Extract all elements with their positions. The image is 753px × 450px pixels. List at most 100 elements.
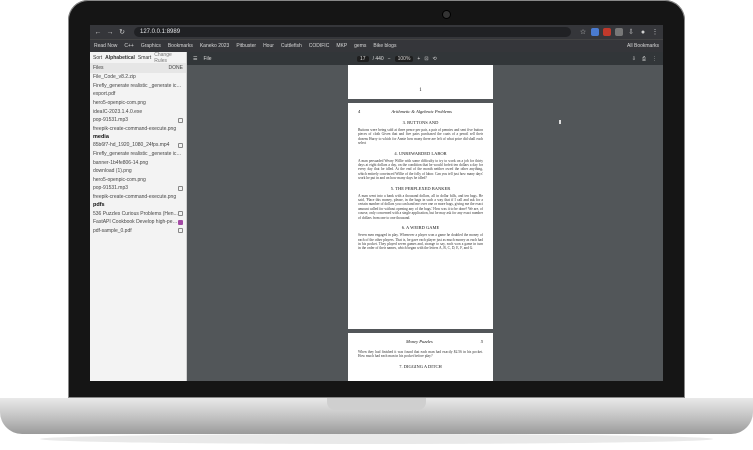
pdf-page: 1 bbox=[348, 65, 493, 99]
folder-media[interactable]: media bbox=[90, 133, 186, 141]
file-list-item[interactable]: pdf-sample_0.pdf bbox=[90, 227, 186, 236]
profile-icon[interactable]: ● bbox=[639, 29, 647, 36]
file-name: 85b6f7-hd_1920_1080_24fps.mp4 bbox=[93, 142, 170, 149]
section-title: 5. THE PERPLEXED BANKER bbox=[390, 185, 451, 191]
rotate-icon[interactable]: ⟲ bbox=[433, 56, 437, 62]
bookmarks-bar: Read Now C++ Graphics Bookmarks Kaneko 2… bbox=[90, 39, 663, 52]
paragraph: A man went into a bank with a thousand d… bbox=[358, 193, 483, 220]
page-number: 4 bbox=[358, 109, 361, 114]
bookmark-item[interactable]: Read Now bbox=[94, 43, 117, 49]
file-list-item[interactable]: freepik-create-command-execute.png bbox=[90, 125, 186, 134]
fit-page-icon[interactable]: ⊡ bbox=[424, 56, 428, 62]
pdf-filename: File bbox=[203, 55, 212, 62]
file-list-item[interactable]: freepik-create-command-execute.png bbox=[90, 193, 186, 202]
page-header: 4 Arithmetic & Algebraic Problems bbox=[358, 109, 483, 114]
sidebar-toggle-icon[interactable]: ☰ bbox=[193, 56, 197, 62]
file-name: freepik-create-command-execute.png bbox=[93, 125, 177, 132]
page-header: Money Puzzles 5 bbox=[358, 339, 483, 344]
sort-mode-smart[interactable]: Smart bbox=[138, 55, 151, 61]
done-checkbox[interactable] bbox=[178, 185, 183, 191]
menu-icon[interactable]: ⋮ bbox=[651, 28, 659, 36]
section-title: 6. A WEIRD GAME bbox=[401, 225, 440, 231]
laptop-screen: ← → ↻ 127.0.0.1:8989 ☆ ⇩ ● ⋮ Read Now C+… bbox=[90, 25, 663, 381]
download-icon[interactable]: ⇩ bbox=[627, 28, 635, 36]
pdf-page: Money Puzzles 5 When they had finished i… bbox=[348, 333, 493, 381]
laptop-notch bbox=[327, 398, 426, 410]
file-list-item[interactable]: hero5-openpic-com.png bbox=[90, 99, 186, 108]
files-column-header: Files bbox=[93, 65, 104, 71]
file-name: export.pdf bbox=[93, 91, 116, 98]
file-list-item[interactable]: download (1).png bbox=[90, 167, 186, 176]
file-list-item[interactable]: Firefly_generate realistic _generate ico… bbox=[90, 150, 186, 159]
scrollbar-thumb[interactable] bbox=[559, 120, 561, 124]
laptop-shadow bbox=[40, 434, 713, 444]
file-list-item[interactable]: pop-91531.mp3 bbox=[90, 184, 186, 193]
bookmark-item[interactable]: CODIFIC bbox=[309, 43, 330, 49]
done-checkbox[interactable] bbox=[178, 219, 183, 225]
more-icon[interactable]: ⋮ bbox=[652, 56, 657, 62]
zoom-in-icon[interactable]: + bbox=[417, 56, 420, 62]
zoom-level[interactable]: 100% bbox=[394, 55, 414, 62]
url-field[interactable]: 127.0.0.1:8989 bbox=[134, 27, 571, 37]
bookmark-item[interactable]: Kaneko 2023 bbox=[200, 43, 229, 49]
file-list-item[interactable]: File_Code_v8.2.zip bbox=[90, 73, 186, 82]
print-icon[interactable]: ⎙ bbox=[642, 56, 646, 62]
sort-mode-alphabetical[interactable]: Alphabetical bbox=[105, 55, 135, 61]
bookmark-item[interactable]: gems bbox=[354, 43, 366, 49]
file-name: Firefly_generate realistic _generate ico… bbox=[93, 82, 183, 89]
bookmark-item[interactable]: Pitbuster bbox=[236, 43, 256, 49]
bookmark-item[interactable]: C++ bbox=[124, 43, 133, 49]
star-icon[interactable]: ☆ bbox=[579, 28, 587, 36]
paragraph: A man persuaded Weary Willie with some d… bbox=[358, 158, 483, 181]
file-list-item[interactable]: pop-91531.mp3 bbox=[90, 116, 186, 125]
sort-label: Sort bbox=[93, 54, 103, 61]
forward-icon[interactable]: → bbox=[106, 29, 114, 36]
running-title: Arithmetic & Algebraic Problems bbox=[391, 109, 452, 114]
done-checkbox[interactable] bbox=[178, 211, 183, 217]
reload-icon[interactable]: ↻ bbox=[118, 28, 126, 36]
file-name: hero5-openpic-com.png bbox=[93, 100, 146, 107]
bookmark-item[interactable]: MKP bbox=[336, 43, 347, 49]
file-name: pop-91531.mp3 bbox=[93, 117, 129, 124]
done-checkbox[interactable] bbox=[178, 117, 183, 123]
bookmark-item[interactable]: Graphics bbox=[141, 43, 161, 49]
file-list-item[interactable]: 85b6f7-hd_1920_1080_24fps.mp4 bbox=[90, 141, 186, 150]
bookmark-item[interactable]: Hour bbox=[263, 43, 274, 49]
zoom-out-icon[interactable]: − bbox=[388, 56, 391, 62]
file-list-item[interactable]: ideaIC-2023.1.4.0.exe bbox=[90, 107, 186, 116]
file-name: pdf-sample_0.pdf bbox=[93, 227, 132, 234]
extension-icon[interactable] bbox=[603, 28, 611, 36]
sort-toolbar: Sort Alphabetical Smart Change Rules bbox=[90, 52, 186, 64]
file-list-item[interactable]: banner-1b4fe806-14.png bbox=[90, 158, 186, 167]
file-list-item[interactable]: hero5-openpic-com.png bbox=[90, 176, 186, 185]
done-checkbox[interactable] bbox=[178, 142, 183, 148]
file-list-header: Files DONE bbox=[90, 63, 186, 73]
back-icon[interactable]: ← bbox=[94, 29, 102, 36]
download-icon[interactable]: ⇩ bbox=[632, 56, 636, 62]
browser-address-bar: ← → ↻ 127.0.0.1:8989 ☆ ⇩ ● ⋮ bbox=[90, 25, 663, 39]
page-number-input[interactable]: 17 bbox=[357, 55, 369, 62]
pdf-viewport[interactable]: 1 4 Arithmetic & Algebraic Problems 3. B… bbox=[187, 65, 663, 381]
extension-icon[interactable] bbox=[615, 28, 623, 36]
section-title: 7. DIGGING A DITCH bbox=[399, 363, 442, 369]
bookmark-item[interactable]: Bookmarks bbox=[168, 43, 193, 49]
file-list-item[interactable]: 536 Puzzles Curious Problems (Hen... bbox=[90, 209, 186, 218]
file-name: pop-91531.mp3 bbox=[93, 185, 129, 192]
extension-icon[interactable] bbox=[591, 28, 599, 36]
laptop-scene: ← → ↻ 127.0.0.1:8989 ☆ ⇩ ● ⋮ Read Now C+… bbox=[0, 0, 753, 450]
done-checkbox[interactable] bbox=[178, 228, 183, 234]
change-rules-button[interactable]: Change Rules bbox=[154, 52, 183, 64]
section-title: 3. BUTTONS AND bbox=[402, 120, 439, 125]
bookmark-item[interactable]: Bike blogs bbox=[373, 43, 396, 49]
file-list-item[interactable]: export.pdf bbox=[90, 90, 186, 99]
folder-pdfs[interactable]: pdfs bbox=[90, 201, 186, 209]
file-name: FastAPI Cookbook Develop high-per... bbox=[93, 219, 178, 226]
root-file-list: File_Code_v8.2.zip Firefly_generate reali… bbox=[90, 73, 186, 133]
page-sections: 3. BUTTONS AND Buttons were being sold at… bbox=[358, 120, 483, 251]
paragraph: Seven men engaged in play. Whenever a pl… bbox=[358, 233, 483, 251]
bookmark-item[interactable]: Cuttlefish bbox=[281, 43, 302, 49]
file-name: freepik-create-command-execute.png bbox=[93, 194, 177, 201]
file-list-item[interactable]: Firefly_generate realistic _generate ico… bbox=[90, 82, 186, 91]
all-bookmarks[interactable]: All Bookmarks bbox=[627, 43, 659, 49]
file-list-item[interactable]: FastAPI Cookbook Develop high-per... bbox=[90, 218, 186, 227]
